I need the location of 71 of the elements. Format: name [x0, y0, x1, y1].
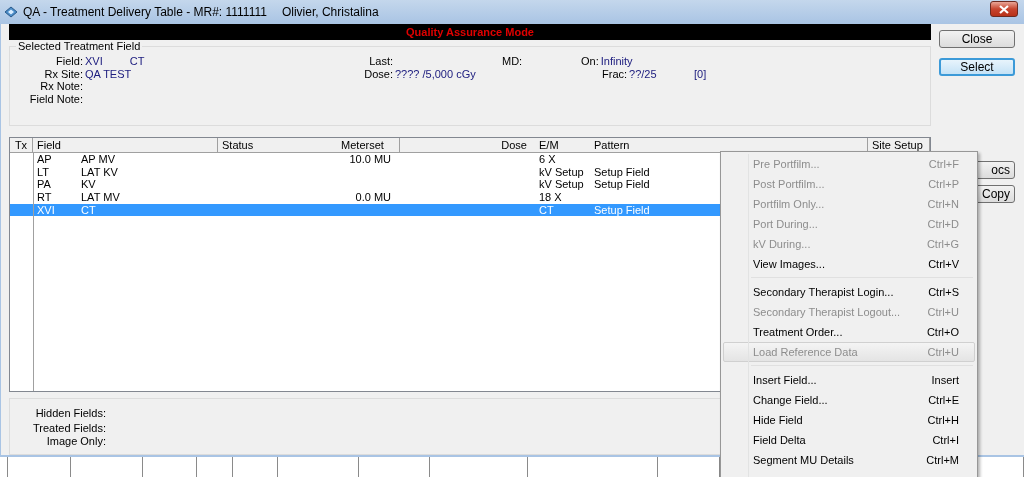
- menu-label: Secondary Therapist Logout...: [753, 306, 901, 318]
- shortcut-label: Ctrl+N: [927, 198, 959, 210]
- field-value: ???? /5,000 cGy: [395, 67, 476, 81]
- table-cell: 0.0 MU: [355, 190, 391, 203]
- menu-label: Load Reference Data: [753, 346, 858, 358]
- field-label: Frac:: [602, 67, 628, 81]
- table-cell: Setup Field: [594, 178, 650, 191]
- shortcut-label: Ctrl+G: [926, 238, 959, 250]
- table-cell: LAT MV: [81, 190, 120, 203]
- mode-banner: Quality Assurance Mode: [9, 24, 931, 40]
- shortcut-label: Ctrl+M: [926, 454, 959, 466]
- shortcut-label: Ctrl+U: [927, 306, 959, 318]
- summary-label: Treated Fields:: [32, 422, 106, 436]
- summary-label: Hidden Fields:: [34, 406, 106, 420]
- table-cell: LAT KV: [81, 165, 118, 178]
- field-value: Infinity: [600, 54, 633, 68]
- table-cell: LT: [37, 165, 50, 178]
- table-cell: XVI: [37, 203, 55, 216]
- field-label: Rx Site:: [43, 67, 83, 81]
- menu-label: kV During...: [753, 238, 811, 250]
- shortcut-label: Ctrl+O: [926, 326, 959, 338]
- table-cell: Setup Field: [594, 203, 650, 216]
- shortcut-label: Ctrl+E: [928, 394, 959, 406]
- shortcut-label: Insert: [931, 374, 959, 386]
- patient-name: Olivier, Christalina: [281, 5, 379, 19]
- table-cell: CT: [81, 203, 96, 216]
- field-value: QA TEST: [85, 67, 132, 81]
- menu-label: Port During...: [753, 218, 818, 230]
- menu-label: Segment MU Details: [753, 454, 854, 466]
- field-label: Last:: [368, 54, 393, 68]
- shortcut-label: Ctrl+P: [928, 178, 959, 190]
- table-cell: KV: [81, 178, 96, 191]
- menu-label: View Images...: [753, 258, 825, 270]
- menu-label: Hide Field: [753, 414, 803, 426]
- table-cell: kV Setup: [539, 178, 584, 191]
- summary-label: Image Only:: [45, 435, 106, 448]
- field-label: Dose:: [363, 67, 393, 81]
- field-value: ??/25: [629, 67, 657, 81]
- menu-label: Field Delta: [753, 434, 806, 446]
- table-cell: 18 X: [539, 190, 562, 203]
- table-cell: AP: [37, 152, 52, 165]
- field-value: XVI: [85, 54, 103, 68]
- field-label: MD:: [502, 54, 523, 68]
- field-label: Field Note:: [28, 93, 83, 106]
- table-cell: kV Setup: [539, 165, 584, 178]
- table-cell: RT: [37, 190, 52, 203]
- shortcut-label: Ctrl+S: [928, 286, 959, 298]
- table-cell: Setup Field: [594, 165, 650, 178]
- table-cell: CT: [539, 203, 554, 216]
- shortcut-label: Ctrl+F: [928, 158, 959, 170]
- field-value: CT: [129, 54, 145, 68]
- table-cell: AP MV: [81, 152, 116, 165]
- menu-label: Pre Portfilm...: [753, 158, 820, 170]
- menu-label: Treatment Order...: [753, 326, 843, 338]
- field-label: Field:: [55, 54, 83, 68]
- table-cell: 10.0 MU: [349, 152, 391, 165]
- field-value: [0]: [694, 67, 707, 81]
- table-cell: 6 X: [539, 152, 556, 165]
- shortcut-label: Ctrl+I: [932, 434, 959, 446]
- menu-label: Post Portfilm...: [753, 178, 825, 190]
- field-label: On:: [581, 54, 599, 68]
- shortcut-label: Ctrl+H: [927, 414, 959, 426]
- shortcut-label: Ctrl+V: [928, 258, 959, 270]
- shortcut-label: Ctrl+D: [927, 218, 959, 230]
- menu-label: Secondary Therapist Login...: [753, 286, 894, 298]
- field-label: Rx Note:: [39, 80, 83, 94]
- table-cell: PA: [37, 178, 51, 191]
- menu-label: Change Field...: [753, 394, 828, 406]
- menu-label: Insert Field...: [753, 374, 817, 386]
- shortcut-label: Ctrl+U: [927, 346, 959, 358]
- window-title: QA - Treatment Delivery Table - MR#: 1111111: [23, 5, 267, 19]
